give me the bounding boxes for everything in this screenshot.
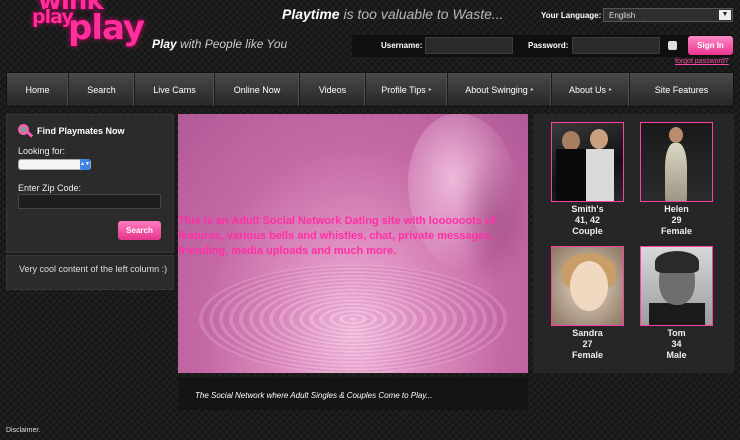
hero-banner: This is an Adult Social Network Dating s… — [178, 114, 528, 373]
member-name: Tom — [667, 328, 686, 338]
find-playmates-title-text: Find Playmates Now — [37, 126, 125, 136]
member-type: Couple — [572, 226, 603, 236]
zip-code-input[interactable] — [18, 194, 161, 209]
nav-label: Online Now — [233, 84, 281, 95]
language-select[interactable]: English ▼ — [603, 8, 733, 22]
member-age: 27 — [582, 339, 593, 349]
password-input[interactable] — [572, 37, 660, 54]
nav-label: About Swinging — [465, 84, 528, 95]
find-playmates-panel: Find Playmates Now Looking for: ▲▼ Enter… — [6, 114, 174, 253]
header-tagline: Play with People like You — [152, 37, 287, 51]
hero-caption: The Social Network where Adult Singles &… — [178, 377, 528, 410]
nav-item-search[interactable]: Search — [69, 73, 135, 106]
nav-item-home[interactable]: Home — [7, 73, 69, 106]
nav-item-online-now[interactable]: Online Now — [215, 73, 300, 106]
chevron-right-icon: ▸ — [609, 87, 613, 93]
hero-description: This is an Adult Social Network Dating s… — [178, 215, 496, 257]
nav-item-site-features[interactable]: Site Features — [630, 73, 733, 106]
nav-label: Home — [25, 84, 50, 95]
nav-label: Profile Tips — [381, 84, 426, 95]
site-logo[interactable]: wink play play — [30, 0, 145, 52]
member-age: 41, 42 — [574, 215, 601, 225]
nav-item-live-cams[interactable]: Live Cams — [135, 73, 215, 106]
remember-me-checkbox[interactable] — [668, 41, 677, 50]
forgot-password-link[interactable]: forgot password? — [675, 58, 729, 65]
search-icon — [18, 124, 34, 138]
member-photo[interactable] — [551, 246, 624, 326]
search-button[interactable]: Search — [118, 221, 161, 240]
chevron-right-icon: ▸ — [428, 87, 432, 93]
nav-item-profile-tips[interactable]: Profile Tips ▸ — [366, 73, 448, 106]
chevron-down-icon: ▼ — [719, 10, 731, 20]
member-name: Helen — [664, 204, 689, 214]
language-label: Your Language: — [541, 11, 602, 20]
nav-item-about-us[interactable]: About Us ▸ — [552, 73, 630, 106]
hero-water-ripple — [198, 264, 508, 373]
member-photo[interactable] — [640, 122, 713, 202]
member-card[interactable]: Tom 34 Male — [640, 246, 713, 361]
member-type: Male — [666, 350, 687, 360]
member-photo[interactable] — [640, 246, 713, 326]
left-column-note: Very cool content of the left column :) — [19, 264, 168, 274]
nav-label: Search — [87, 84, 116, 95]
logo-word-play-large: play — [68, 8, 145, 48]
slogan-rest: is too valuable to Waste... — [339, 6, 504, 22]
nav-label: Live Cams — [153, 84, 196, 95]
nav-label: About Us — [568, 84, 606, 95]
find-playmates-title: Find Playmates Now — [18, 124, 125, 138]
disclaimer-link[interactable]: Disclaimer. — [6, 427, 40, 434]
zip-code-label: Enter Zip Code: — [18, 183, 82, 193]
member-card[interactable]: Sandra 27 Female — [551, 246, 624, 361]
member-card[interactable]: Helen 29 Female — [640, 122, 713, 237]
member-type: Female — [571, 350, 604, 360]
nav-item-videos[interactable]: Videos — [300, 73, 366, 106]
member-age: 29 — [671, 215, 682, 225]
sign-in-button[interactable]: Sign In — [688, 36, 733, 55]
looking-for-label: Looking for: — [18, 146, 66, 156]
nav-label: Site Features — [654, 84, 709, 95]
looking-for-select[interactable]: ▲▼ — [18, 159, 91, 170]
username-input[interactable] — [425, 37, 513, 54]
chevron-updown-icon: ▲▼ — [80, 159, 90, 170]
logo-word-play-small: play — [32, 6, 74, 28]
tagline-highlight: Play — [152, 37, 177, 51]
member-name: Sandra — [572, 328, 603, 338]
left-column-note-panel: Very cool content of the left column :) — [6, 255, 174, 290]
nav-item-about-swinging[interactable]: About Swinging ▸ — [448, 73, 552, 106]
nav-label: Videos — [318, 84, 347, 95]
header-slogan: Playtime is too valuable to Waste... — [282, 6, 504, 22]
password-label: Password: — [528, 41, 569, 50]
slogan-highlight: Playtime — [282, 6, 340, 22]
language-value: English — [609, 11, 636, 20]
featured-members-panel: Smith's 41, 42 Couple Helen 29 Female Sa… — [533, 114, 734, 373]
member-name: Smith's — [571, 204, 604, 214]
username-label: Username: — [381, 41, 423, 50]
member-card[interactable]: Smith's 41, 42 Couple — [551, 122, 624, 237]
main-nav: Home Search Live Cams Online Now Videos … — [6, 72, 734, 107]
chevron-right-icon: ▸ — [530, 87, 534, 93]
tagline-rest: with People like You — [176, 37, 288, 51]
member-age: 34 — [671, 339, 682, 349]
member-photo[interactable] — [551, 122, 624, 202]
member-type: Female — [660, 226, 693, 236]
